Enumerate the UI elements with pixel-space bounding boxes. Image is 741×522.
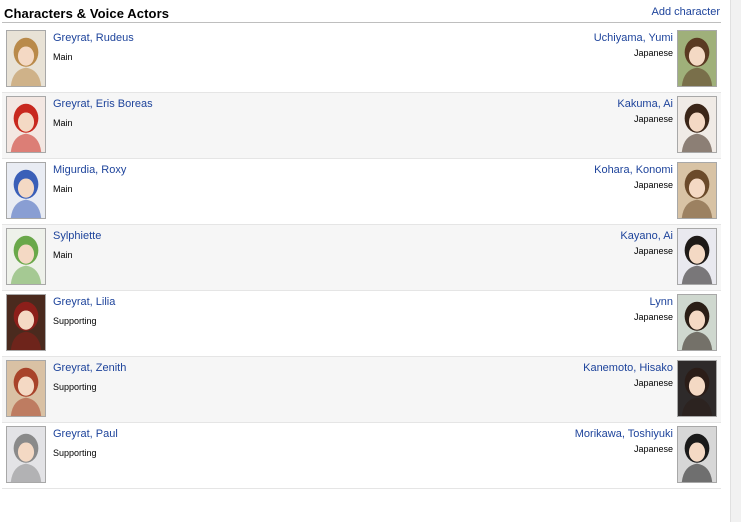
character-image[interactable] [6,426,46,483]
character-name-link[interactable]: Sylphiette [53,230,101,242]
character-role: Main [53,52,73,62]
character-row: Greyrat, Zenith Supporting Kanemoto, Hisak… [2,357,721,423]
voice-actor-language: Japanese [633,444,673,454]
voice-actor-image[interactable] [677,96,717,153]
voice-actor-image[interactable] [677,360,717,417]
voice-actor-language: Japanese [633,378,673,388]
character-role: Main [53,184,73,194]
character-image[interactable] [6,228,46,285]
voice-actor-image[interactable] [677,228,717,285]
character-name-link[interactable]: Greyrat, Zenith [53,362,126,374]
voice-actor-image[interactable] [677,30,717,87]
character-role: Main [53,118,73,128]
character-role: Supporting [53,448,97,458]
section-header: Characters & Voice Actors Add character [2,0,721,23]
voice-actor-language: Japanese [633,180,673,190]
character-image[interactable] [6,30,46,87]
voice-actor-language: Japanese [633,246,673,256]
character-role: Main [53,250,73,260]
scrollbar[interactable] [730,0,741,522]
character-image[interactable] [6,162,46,219]
character-name-link[interactable]: Greyrat, Rudeus [53,32,134,44]
character-row: Sylphiette Main Kayano, Ai Japanese [2,225,721,291]
voice-actor-image[interactable] [677,294,717,351]
voice-actor-name-link[interactable]: Uchiyama, Yumi [594,32,673,44]
section-title: Characters & Voice Actors [4,6,170,21]
voice-actor-name-link[interactable]: Morikawa, Toshiyuki [575,428,673,440]
voice-actor-name-link[interactable]: Kanemoto, Hisako [583,362,673,374]
voice-actor-name-link[interactable]: Kohara, Konomi [594,164,673,176]
character-image[interactable] [6,294,46,351]
voice-actor-language: Japanese [633,114,673,124]
voice-actor-image[interactable] [677,162,717,219]
character-row: Migurdia, Roxy Main Kohara, Konomi Japanese [2,159,721,225]
voice-actor-language: Japanese [633,48,673,58]
character-row: Greyrat, Eris Boreas Main Kakuma, Ai Japane… [2,93,721,159]
character-name-link[interactable]: Greyrat, Eris Boreas [53,98,153,110]
voice-actor-language: Japanese [633,312,673,322]
character-row: Greyrat, Rudeus Main Uchiyama, Yumi Japanes… [2,27,721,93]
character-image[interactable] [6,96,46,153]
voice-actor-name-link[interactable]: Kakuma, Ai [617,98,673,110]
add-character-link[interactable]: Add character [652,6,720,18]
character-row: Greyrat, Lilia Supporting Lynn Japanese [2,291,721,357]
character-name-link[interactable]: Greyrat, Lilia [53,296,115,308]
voice-actor-image[interactable] [677,426,717,483]
character-name-link[interactable]: Greyrat, Paul [53,428,118,440]
character-list: Greyrat, Rudeus Main Uchiyama, Yumi Japanes… [2,27,721,489]
character-image[interactable] [6,360,46,417]
voice-actor-name-link[interactable]: Kayano, Ai [620,230,673,242]
character-role: Supporting [53,382,97,392]
character-name-link[interactable]: Migurdia, Roxy [53,164,126,176]
character-row: Greyrat, Paul Supporting Morikawa, Toshiyu… [2,423,721,489]
voice-actor-name-link[interactable]: Lynn [650,296,673,308]
character-role: Supporting [53,316,97,326]
